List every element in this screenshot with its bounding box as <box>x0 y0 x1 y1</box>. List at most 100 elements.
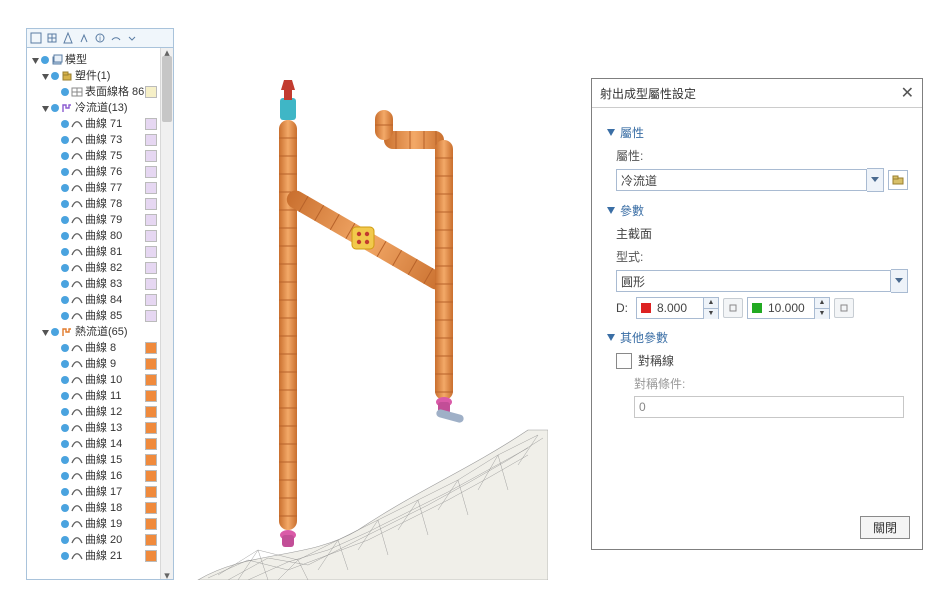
scroll-down-icon[interactable]: ▾ <box>161 571 173 579</box>
tree-hot-item[interactable]: 曲線 19 <box>27 516 161 532</box>
tree-cold-item[interactable]: 曲線 73 <box>27 132 161 148</box>
color-swatch[interactable] <box>145 230 157 242</box>
color-swatch[interactable] <box>145 486 157 498</box>
tree-cold-item[interactable]: 曲線 81 <box>27 244 161 260</box>
visibility-dot-icon[interactable] <box>61 344 69 352</box>
type-combo[interactable]: 圓形 <box>616 270 891 292</box>
tab-icon-2[interactable] <box>45 31 59 45</box>
tree-hot-item[interactable]: 曲線 10 <box>27 372 161 388</box>
visibility-dot-icon[interactable] <box>61 296 69 304</box>
tree-cold-item[interactable]: 曲線 83 <box>27 276 161 292</box>
type-combo-dropdown-icon[interactable] <box>891 269 908 293</box>
color-swatch[interactable] <box>145 198 157 210</box>
tab-icon-7[interactable] <box>125 31 139 45</box>
attr-combo[interactable]: 冷流道 <box>616 169 867 191</box>
toggle-icon[interactable] <box>41 72 50 81</box>
tree-hot-item[interactable]: 曲線 21 <box>27 548 161 564</box>
section-param-header[interactable]: 參數 <box>606 202 908 219</box>
tab-icon-1[interactable] <box>29 31 43 45</box>
tree-hot-item[interactable]: 曲線 9 <box>27 356 161 372</box>
tree-hot-item[interactable]: 曲線 15 <box>27 452 161 468</box>
color-swatch[interactable] <box>145 310 157 322</box>
section-other-header[interactable]: 其他參數 <box>606 329 908 346</box>
d1-up-icon[interactable]: ▲ <box>704 298 718 309</box>
3d-viewport[interactable] <box>188 50 548 580</box>
tree-hot-item[interactable]: 曲線 20 <box>27 532 161 548</box>
d2-down-icon[interactable]: ▼ <box>815 309 829 319</box>
tree-root[interactable]: 模型 <box>27 52 161 68</box>
visibility-dot-icon[interactable] <box>61 376 69 384</box>
tree-cold-item[interactable]: 曲線 82 <box>27 260 161 276</box>
color-swatch[interactable] <box>145 374 157 386</box>
scroll-up-icon[interactable]: ▴ <box>161 48 173 56</box>
color-swatch[interactable] <box>145 470 157 482</box>
close-icon[interactable]: ✕ <box>901 83 914 103</box>
tree-hot-item[interactable]: 曲線 14 <box>27 436 161 452</box>
visibility-dot-icon[interactable] <box>61 200 69 208</box>
tree-scrollbar[interactable]: ▴ ▾ <box>160 48 173 579</box>
visibility-dot-icon[interactable] <box>61 232 69 240</box>
tree-hot-item[interactable]: 曲線 18 <box>27 500 161 516</box>
visibility-dot-icon[interactable] <box>61 168 69 176</box>
color-swatch[interactable] <box>145 518 157 530</box>
visibility-dot-icon[interactable] <box>61 472 69 480</box>
attr-browse-icon[interactable] <box>888 170 908 190</box>
tab-icon-5[interactable]: i <box>93 31 107 45</box>
visibility-dot-icon[interactable] <box>51 72 59 80</box>
d1-link-icon[interactable] <box>723 298 743 318</box>
visibility-dot-icon[interactable] <box>61 424 69 432</box>
color-swatch[interactable] <box>145 166 157 178</box>
color-swatch[interactable] <box>145 438 157 450</box>
tree-cold-item[interactable]: 曲線 71 <box>27 116 161 132</box>
color-swatch[interactable] <box>145 294 157 306</box>
visibility-dot-icon[interactable] <box>61 440 69 448</box>
d2-up-icon[interactable]: ▲ <box>815 298 829 309</box>
d1-down-icon[interactable]: ▼ <box>704 309 718 319</box>
visibility-dot-icon[interactable] <box>61 360 69 368</box>
color-swatch[interactable] <box>145 358 157 370</box>
color-swatch[interactable] <box>145 134 157 146</box>
visibility-dot-icon[interactable] <box>61 456 69 464</box>
color-swatch[interactable] <box>145 278 157 290</box>
d2-spinner[interactable]: 10.000 ▲▼ <box>747 297 830 319</box>
scroll-thumb[interactable] <box>162 56 172 122</box>
tree-hot-item[interactable]: 曲線 13 <box>27 420 161 436</box>
tree-hot-item[interactable]: 曲線 8 <box>27 340 161 356</box>
visibility-dot-icon[interactable] <box>61 408 69 416</box>
color-swatch[interactable] <box>145 422 157 434</box>
color-swatch[interactable] <box>145 246 157 258</box>
tree-hot-item[interactable]: 曲線 12 <box>27 404 161 420</box>
toggle-icon[interactable] <box>31 56 40 65</box>
tree-hot-item[interactable]: 曲線 17 <box>27 484 161 500</box>
tab-icon-3[interactable] <box>61 31 75 45</box>
tree-hot-item[interactable]: 曲線 11 <box>27 388 161 404</box>
sym-cond-input[interactable]: 0 <box>634 396 904 418</box>
d1-spinner[interactable]: 8.000 ▲▼ <box>636 297 719 319</box>
tree-cold-item[interactable]: 曲線 75 <box>27 148 161 164</box>
visibility-dot-icon[interactable] <box>61 312 69 320</box>
visibility-dot-icon[interactable] <box>61 120 69 128</box>
color-swatch[interactable] <box>145 118 157 130</box>
visibility-dot-icon[interactable] <box>61 264 69 272</box>
tree-cold-item[interactable]: 曲線 79 <box>27 212 161 228</box>
toggle-icon[interactable] <box>41 104 50 113</box>
visibility-dot-icon[interactable] <box>61 504 69 512</box>
close-button[interactable]: 關閉 <box>860 516 910 539</box>
tree-cold-item[interactable]: 曲線 76 <box>27 164 161 180</box>
visibility-dot-icon[interactable] <box>61 520 69 528</box>
tree-group-cold[interactable]: 冷流道(13) <box>27 100 161 116</box>
tree-part-item[interactable]: 表面線格 86 <box>27 84 161 100</box>
visibility-dot-icon[interactable] <box>51 328 59 336</box>
d2-link-icon[interactable] <box>834 298 854 318</box>
symmetry-checkbox[interactable] <box>616 353 632 369</box>
visibility-dot-icon[interactable] <box>61 152 69 160</box>
tree-group-parts[interactable]: 塑件(1) <box>27 68 161 84</box>
visibility-dot-icon[interactable] <box>41 56 49 64</box>
tab-icon-6[interactable] <box>109 31 123 45</box>
visibility-dot-icon[interactable] <box>61 136 69 144</box>
visibility-dot-icon[interactable] <box>61 392 69 400</box>
color-swatch[interactable] <box>145 550 157 562</box>
visibility-dot-icon[interactable] <box>61 216 69 224</box>
color-swatch[interactable] <box>145 182 157 194</box>
color-swatch[interactable] <box>145 262 157 274</box>
